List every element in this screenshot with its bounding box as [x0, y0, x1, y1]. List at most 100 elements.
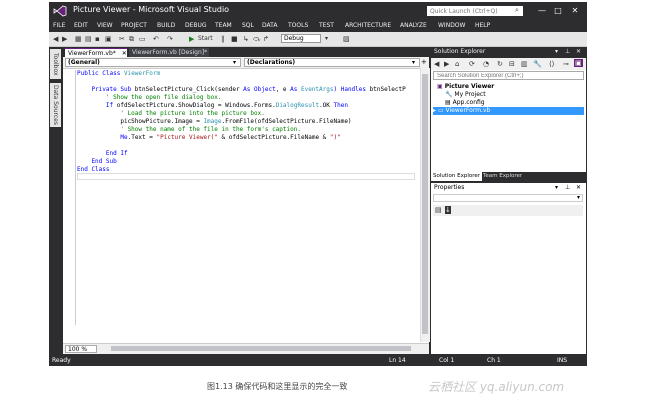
code-line: Public Class ViewerForm	[77, 70, 161, 77]
tree-item-label: My Project	[454, 91, 486, 98]
open-file-icon[interactable]: ▤	[85, 35, 92, 43]
close-button[interactable]: ✕	[569, 5, 581, 17]
step-out-icon[interactable]: ↱	[263, 35, 269, 43]
chevron-down-icon[interactable]: ▾	[412, 59, 415, 66]
data-sources-tab[interactable]: Data Sources	[50, 83, 61, 127]
solution-explorer-header: Solution Explorer ▾ ⊥ ✕	[431, 47, 586, 57]
undo-icon[interactable]: ↶	[153, 35, 159, 43]
tree-item-app-config[interactable]: ▤ App.config	[445, 99, 485, 107]
tree-item-project[interactable]: ▣ Picture Viewer	[437, 83, 494, 91]
member-dropdown[interactable]: (Declarations)	[244, 58, 420, 67]
tree-item-viewerform[interactable]: ▸ ▭ ViewerForm.vb	[433, 107, 584, 115]
menu-build[interactable]: BUILD	[157, 22, 175, 29]
class-dropdown[interactable]: (General)	[65, 58, 241, 67]
solution-configuration-dropdown[interactable]: Debug	[281, 34, 321, 43]
zoom-level-dropdown[interactable]: 100 %	[65, 345, 97, 353]
collapse-all-icon[interactable]: ⊟	[509, 60, 515, 68]
expand-arrow-icon[interactable]: ▸	[433, 107, 436, 114]
save-all-icon[interactable]: ▣	[105, 35, 112, 43]
menu-sql[interactable]: SQL	[242, 22, 254, 29]
tree-item-label: ViewerForm.vb	[445, 107, 491, 114]
tab-team-explorer[interactable]: Team Explorer	[481, 172, 524, 181]
status-char: Ch 1	[487, 357, 501, 364]
preview-icon[interactable]: ▣	[574, 59, 583, 67]
paste-icon[interactable]: ▭	[139, 35, 146, 43]
step-over-icon[interactable]: ⤼	[253, 35, 260, 43]
find-in-files-icon[interactable]: ▨	[343, 35, 350, 43]
tab-solution-explorer[interactable]: Solution Explorer	[431, 172, 483, 181]
chevron-down-icon[interactable]: ▾	[325, 35, 328, 43]
left-tool-strip: Toolbox Data Sources	[49, 47, 62, 354]
menu-data[interactable]: DATA	[262, 22, 277, 29]
menu-window[interactable]: WINDOW	[438, 22, 465, 29]
pin-icon[interactable]: ⊥	[565, 47, 570, 57]
stop-icon[interactable]: ■	[231, 35, 238, 43]
step-into-icon[interactable]: ↳	[243, 35, 249, 43]
menu-project[interactable]: PROJECT	[121, 22, 147, 29]
class-dropdown-value: (General)	[68, 59, 100, 66]
menu-view[interactable]: VIEW	[97, 22, 113, 29]
cut-icon[interactable]: ✂	[119, 35, 125, 43]
forward-icon[interactable]: ▶	[62, 35, 67, 43]
menu-test[interactable]: TEST	[319, 22, 334, 29]
object-selector-dropdown[interactable]: ▾	[433, 194, 583, 202]
code-text-area[interactable]: Public Class ViewerForm Private Sub btnS…	[67, 70, 417, 330]
close-icon[interactable]: ✕	[122, 50, 127, 57]
menu-debug[interactable]: DEBUG	[185, 22, 207, 29]
new-project-icon[interactable]: ▦	[75, 35, 82, 43]
home-icon[interactable]: ⌂	[455, 60, 459, 68]
close-icon[interactable]: ✕	[576, 183, 581, 192]
pending-changes-icon[interactable]: ◔	[483, 60, 489, 68]
restore-button[interactable]: □	[552, 5, 564, 17]
code-line: Me.Text = "Picture Viewer(" & ofdSelectP…	[120, 134, 341, 141]
tab-viewerform-code[interactable]: ViewerForm.vb* ✕	[65, 48, 127, 57]
search-icon[interactable]: ⌕	[515, 6, 519, 15]
menu-help[interactable]: HELP	[475, 22, 490, 29]
properties-toolbar: ▤ ↓	[433, 205, 583, 216]
solution-explorer-title: Solution Explorer	[434, 48, 486, 55]
refresh-icon[interactable]: ↻	[497, 60, 503, 68]
horizontal-scrollbar[interactable]: 100 %	[63, 343, 429, 354]
view-code-icon[interactable]: ⟨⟩	[549, 60, 554, 68]
menu-file[interactable]: FILE	[53, 22, 65, 29]
menu-team[interactable]: TEAM	[215, 22, 232, 29]
pin-icon[interactable]: ⊸	[563, 60, 569, 68]
show-all-files-icon[interactable]: ▥	[521, 60, 528, 68]
start-button[interactable]: Start	[198, 35, 213, 43]
start-icon[interactable]: ▶	[189, 35, 194, 43]
scroll-thumb[interactable]	[422, 74, 428, 334]
status-ready: Ready	[52, 357, 71, 364]
menu-edit[interactable]: EDIT	[74, 22, 88, 29]
tab-viewerform-design[interactable]: ViewerForm.vb [Design]*	[129, 48, 209, 57]
menu-analyze[interactable]: ANALYZE	[400, 22, 427, 29]
horizontal-scroll-thumb[interactable]	[111, 346, 411, 351]
properties-icon[interactable]: 🔧	[533, 60, 542, 68]
standard-toolbar: ◀ ▶ ▦ ▤ ▪ ▣ ✂ ⧉ ▭ ↶ ↷ ▶ Start ∥ ■ ↳ ⤼ ↱ …	[49, 32, 587, 47]
alphabetical-icon[interactable]: ↓	[445, 206, 451, 214]
chevron-down-icon[interactable]: ▾	[555, 47, 558, 57]
document-tabs: ViewerForm.vb* ✕ ViewerForm.vb [Design]*	[63, 47, 429, 57]
save-icon[interactable]: ▪	[95, 35, 100, 43]
categorized-icon[interactable]: ▤	[435, 206, 442, 214]
sync-icon[interactable]: ⟳	[469, 60, 475, 68]
toolbox-tab[interactable]: Toolbox	[50, 49, 61, 79]
menu-architecture[interactable]: ARCHITECTURE	[345, 22, 391, 29]
menu-tools[interactable]: TOOLS	[288, 22, 308, 29]
solution-search-input[interactable]	[433, 71, 584, 80]
redo-icon[interactable]: ↷	[167, 35, 173, 43]
vertical-scrollbar[interactable]	[420, 68, 430, 342]
quick-launch-input[interactable]	[427, 6, 523, 16]
chevron-down-icon[interactable]: ▾	[555, 183, 558, 192]
back-icon[interactable]: ◀	[53, 35, 58, 43]
pause-icon[interactable]: ∥	[221, 35, 225, 43]
tree-item-my-project[interactable]: 🔧 My Project	[445, 91, 486, 99]
copy-icon[interactable]: ⧉	[129, 35, 134, 43]
minimize-button[interactable]: —	[536, 5, 548, 17]
split-editor-icon[interactable]: +	[421, 58, 427, 66]
chevron-down-icon[interactable]: ▾	[233, 59, 236, 66]
forward-icon[interactable]: ▶	[444, 60, 449, 68]
pin-icon[interactable]: ⊥	[565, 183, 570, 192]
close-icon[interactable]: ✕	[576, 47, 581, 57]
back-icon[interactable]: ◀	[434, 60, 439, 68]
status-bar: Ready Ln 14 Col 1 Ch 1 INS	[49, 354, 587, 366]
